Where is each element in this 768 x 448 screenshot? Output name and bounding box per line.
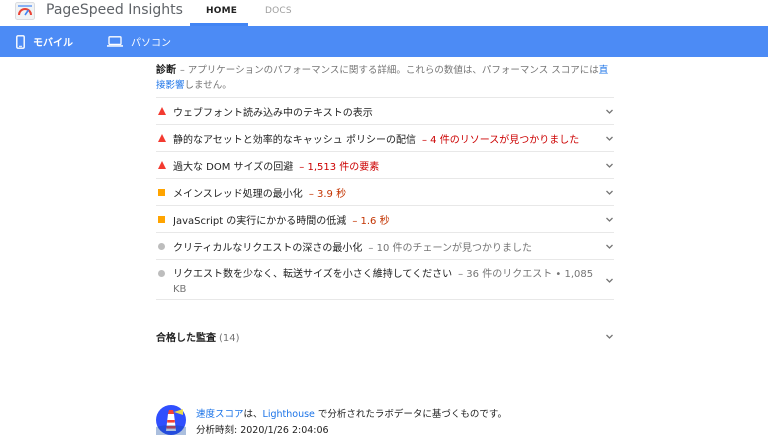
chevron-down-icon[interactable] [605, 215, 614, 224]
audit-label: メインスレッド処理の最小化 [173, 188, 303, 200]
fail-triangle-icon [157, 161, 166, 169]
passed-audits-count: (14) [219, 333, 240, 344]
phone-icon [16, 34, 25, 49]
audit-label: 過大な DOM サイズの回避 [173, 161, 294, 173]
tab-home[interactable]: HOME [206, 6, 237, 16]
speed-score-link[interactable]: 速度スコア [196, 409, 244, 420]
diagnostics-title: 診断 [156, 65, 176, 76]
audit-label: ウェブフォント読み込み中のテキストの表示 [173, 107, 373, 119]
tab-mobile[interactable]: モバイル [16, 26, 73, 57]
footer-text: は、 [243, 409, 263, 420]
audit-row[interactable]: 静的なアセットと効率的なキャッシュ ポリシーの配信 – 4 件のリソースが見つかり… [156, 124, 614, 151]
chevron-down-icon[interactable] [605, 276, 614, 285]
audit-row[interactable]: JavaScript の実行にかかる時間の低減 – 1.6 秒 [156, 205, 614, 232]
footer-text: で分析されたラボデータに基づくものです。 [314, 409, 507, 420]
audit-row[interactable]: リクエスト数を少なく、転送サイズを小さく維持してください – 36 件のリクエスト… [156, 259, 614, 300]
footer-description: 速度スコアは、Lighthouse で分析されたラボデータに基づくものです。 [196, 406, 507, 420]
average-square-icon [157, 215, 166, 223]
audit-detail: 1,513 件の要素 [307, 161, 380, 173]
audit-label: JavaScript の実行にかかる時間の低減 [173, 215, 347, 227]
audit-row[interactable]: メインスレッド処理の最小化 – 3.9 秒 [156, 178, 614, 205]
lighthouse-link[interactable]: Lighthouse [263, 409, 315, 420]
diagnostics-description: – アプリケーションのパフォーマンスに関する詳細。これらの数値は、パフォーマンス… [180, 65, 599, 76]
audit-row[interactable]: ウェブフォント読み込み中のテキストの表示 [156, 97, 614, 124]
passed-audits-label: 合格した監査 [156, 333, 216, 344]
fail-triangle-icon [157, 107, 166, 115]
fail-triangle-icon [157, 134, 166, 142]
diagnostics-description-suffix: しません。 [184, 80, 232, 91]
chevron-down-icon[interactable] [605, 161, 614, 170]
audit-label: クリティカルなリクエストの深さの最小化 [173, 242, 363, 254]
audit-row[interactable]: クリティカルなリクエストの深さの最小化 – 10 件のチェーンが見つかりました [156, 232, 614, 259]
chevron-down-icon[interactable] [605, 332, 614, 341]
device-tab-bar: モバイル パソコン [0, 26, 768, 83]
chevron-down-icon[interactable] [605, 188, 614, 197]
tab-mobile-label: モバイル [33, 38, 73, 49]
pagespeed-logo-icon[interactable] [15, 2, 35, 20]
analysis-time: 分析時刻: 2020/1/26 2:04:06 [196, 425, 329, 436]
mobile-tab-indicator [0, 80, 91, 83]
info-circle-icon [157, 242, 166, 250]
audit-detail: 10 件のチェーンが見つかりました [376, 242, 532, 254]
tab-desktop-label: パソコン [131, 38, 171, 49]
audit-row[interactable]: 過大な DOM サイズの回避 – 1,513 件の要素 [156, 151, 614, 178]
tab-docs[interactable]: DOCS [265, 6, 292, 16]
lighthouse-footer: 速度スコアは、Lighthouse で分析されたラボデータに基づくものです。 分… [156, 404, 614, 440]
laptop-icon [107, 36, 123, 47]
passed-audits-header[interactable]: 合格した監査 (14) [156, 326, 614, 350]
audit-detail: 1.6 秒 [360, 215, 390, 227]
brand-title[interactable]: PageSpeed Insights [46, 2, 183, 18]
audit-label: リクエスト数を少なく、転送サイズを小さく維持してください [173, 269, 453, 280]
average-square-icon [157, 188, 166, 196]
lighthouse-logo-icon [156, 405, 186, 435]
audit-detail: 4 件のリソースが見つかりました [430, 134, 580, 146]
audit-label: 静的なアセットと効率的なキャッシュ ポリシーの配信 [173, 134, 416, 146]
chevron-down-icon[interactable] [605, 107, 614, 116]
diagnostics-header: 診断 – アプリケーションのパフォーマンスに関する詳細。これらの数値は、パフォーマ… [156, 57, 614, 97]
info-circle-icon [157, 270, 166, 277]
top-header: PageSpeed Insights HOME DOCS [0, 0, 768, 26]
audit-detail: 3.9 秒 [317, 188, 347, 200]
tab-desktop[interactable]: パソコン [107, 26, 171, 57]
chevron-down-icon[interactable] [605, 134, 614, 143]
diagnostics-section: 診断 – アプリケーションのパフォーマンスに関する詳細。これらの数値は、パフォーマ… [156, 57, 614, 300]
chevron-down-icon[interactable] [605, 242, 614, 251]
